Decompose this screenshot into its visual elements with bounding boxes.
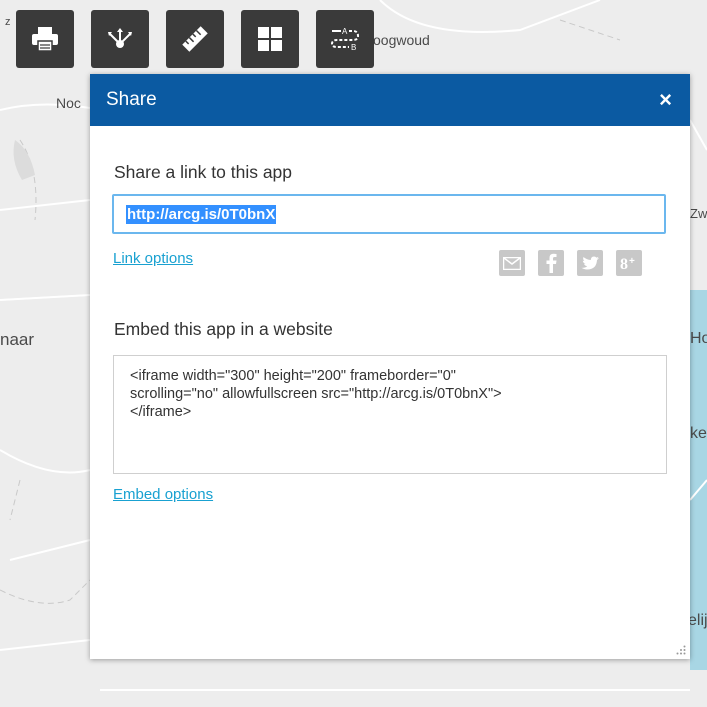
share-url-input[interactable]: http://arcg.is/0T0bnX [112, 194, 666, 234]
basemap-gallery-button[interactable] [241, 10, 299, 68]
embed-label: Embed this app in a website [114, 319, 333, 339]
print-button[interactable] [16, 10, 74, 68]
map-label-ho: Ho [690, 330, 707, 347]
printer-icon [32, 27, 58, 52]
resize-grip-icon[interactable] [676, 645, 686, 655]
map-label-noo: Noc [56, 95, 81, 111]
share-toolbar-button[interactable] [91, 10, 149, 68]
share-icon [108, 28, 132, 48]
grid-icon [258, 27, 282, 51]
embed-code-textarea[interactable]: <iframe width="300" height="200" framebo… [113, 355, 667, 474]
route-a-b-icon: A B [330, 27, 360, 52]
link-options-link[interactable]: Link options [113, 250, 193, 267]
map-label-hoogwoud: oogwoud [373, 32, 430, 48]
social-share-buttons: 8 + [499, 250, 642, 276]
share-dialog: Share × Share a link to this app http://… [90, 74, 690, 659]
map-label-naar: naar [0, 330, 35, 349]
close-button[interactable]: × [659, 89, 672, 111]
svg-text:B: B [351, 43, 356, 52]
map-label-zw: Zw [690, 206, 707, 221]
directions-button[interactable]: A B [316, 10, 374, 68]
map-label-z: z [5, 16, 11, 28]
email-icon[interactable] [499, 250, 525, 276]
svg-text:8: 8 [620, 256, 628, 272]
share-link-label: Share a link to this app [114, 162, 293, 182]
svg-text:A: A [342, 27, 348, 36]
map-label-ke: ke [690, 425, 707, 442]
share-url-text: http://arcg.is/0T0bnX [126, 204, 277, 224]
svg-text:+: + [629, 256, 635, 267]
map-label-elij: elij [688, 612, 707, 629]
facebook-icon[interactable] [538, 250, 564, 276]
dialog-title: Share [106, 89, 157, 110]
dialog-header: Share × [90, 74, 690, 126]
ruler-icon [182, 26, 208, 52]
google-plus-icon[interactable]: 8 + [616, 250, 642, 276]
embed-options-link[interactable]: Embed options [113, 486, 213, 503]
measure-button[interactable] [166, 10, 224, 68]
twitter-icon[interactable] [577, 250, 603, 276]
